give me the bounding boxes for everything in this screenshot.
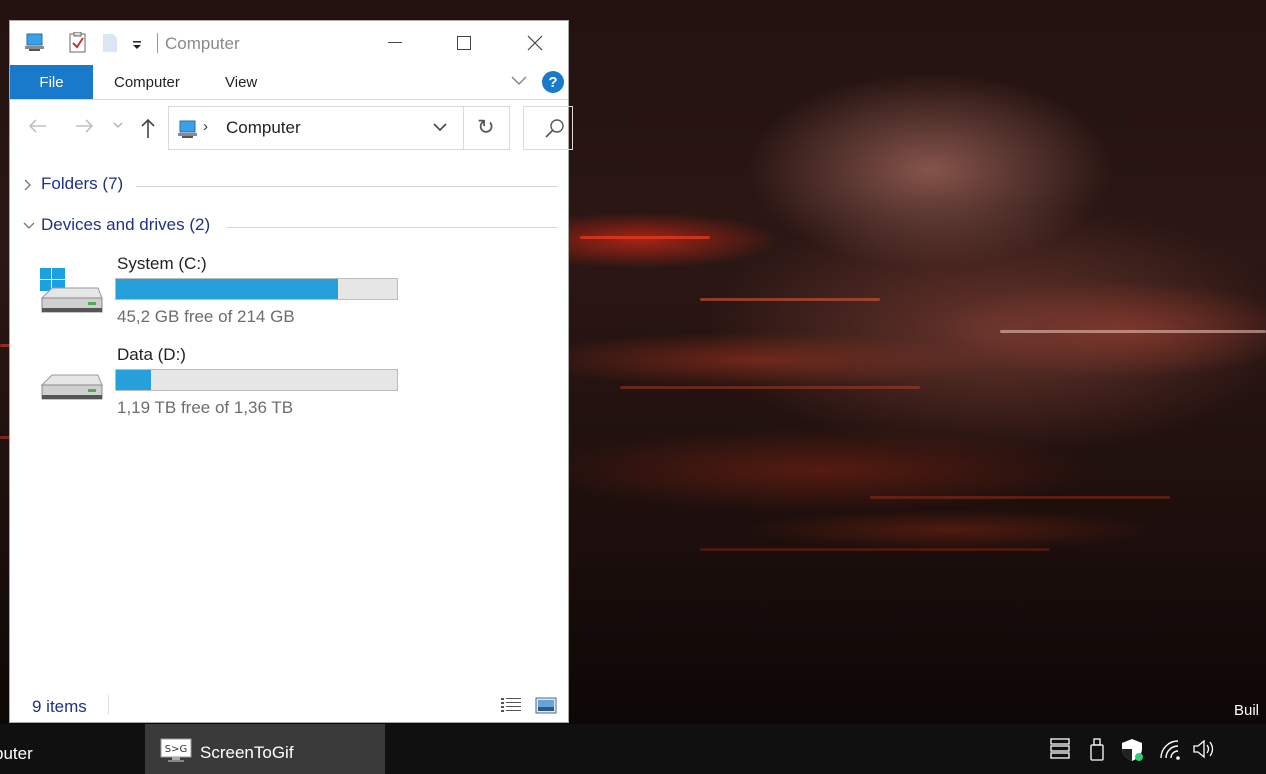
maximize-icon	[457, 36, 471, 50]
up-arrow-icon	[141, 118, 155, 138]
screentogif-icon-text: S>G	[165, 744, 187, 755]
chevron-down-icon	[113, 122, 123, 128]
taskbar-explorer-button[interactable]: puter	[0, 744, 33, 764]
help-button[interactable]: ?	[542, 71, 564, 93]
drive-icon	[38, 371, 104, 416]
minimize-icon	[388, 42, 402, 43]
volume-icon[interactable]	[1192, 738, 1216, 764]
drive-usage-bar	[115, 369, 398, 391]
recent-locations-button[interactable]	[112, 120, 124, 133]
back-button[interactable]	[26, 116, 50, 142]
details-view-icon	[501, 698, 521, 712]
tab-file[interactable]: File	[10, 65, 93, 99]
refresh-button[interactable]: ↻	[477, 115, 495, 140]
computer-icon	[177, 119, 199, 144]
item-count: 9 items	[32, 697, 87, 716]
search-icon	[544, 118, 566, 145]
up-button[interactable]	[138, 116, 158, 146]
chevron-down-icon	[433, 123, 447, 132]
status-bar: 9 items	[10, 687, 568, 723]
security-shield-icon[interactable]	[1120, 738, 1144, 766]
drive-free-space: 45,2 GB free of 214 GB	[117, 307, 295, 326]
group-label-devices: Devices and drives (2)	[41, 215, 211, 234]
drive-free-space: 1,19 TB free of 1,36 TB	[117, 398, 294, 417]
status-separator	[108, 695, 109, 715]
title-separator	[157, 33, 158, 53]
chevron-down-icon	[511, 76, 527, 86]
drive-usage-fill	[116, 279, 338, 299]
drive-usage-bar	[115, 278, 398, 300]
drive-name: Data (D:)	[117, 345, 186, 364]
ribbon: File Computer View ?	[10, 65, 568, 100]
minimize-button[interactable]	[360, 21, 430, 65]
close-button[interactable]	[500, 21, 570, 65]
search-box[interactable]	[523, 106, 573, 150]
group-divider	[226, 227, 558, 228]
large-icons-view-button[interactable]	[535, 696, 557, 721]
address-bar[interactable]: › Computer ↻	[168, 106, 510, 150]
drive-usage-fill	[116, 370, 152, 390]
navigation-bar: › Computer ↻	[10, 100, 573, 160]
new-folder-icon[interactable]	[102, 34, 118, 57]
group-header-devices[interactable]: Devices and drives (2)	[10, 215, 568, 239]
screentogif-icon: S>G	[160, 738, 192, 766]
windows-drive-icon	[38, 268, 104, 329]
window-title: Computer	[165, 34, 240, 53]
wallpaper-streak	[870, 496, 1170, 499]
properties-icon[interactable]	[68, 31, 88, 59]
details-view-button[interactable]	[500, 697, 522, 720]
storage-sense-icon[interactable]	[1050, 738, 1070, 764]
usb-drive-icon[interactable]	[1089, 738, 1105, 766]
drive-name: System (C:)	[117, 254, 207, 273]
file-explorer-window: Computer File Computer View ? › Computer…	[9, 20, 573, 723]
build-watermark: Buil	[1234, 702, 1260, 719]
address-history-button[interactable]	[431, 120, 449, 139]
breadcrumb-computer[interactable]: Computer	[226, 118, 301, 138]
close-icon	[527, 35, 543, 51]
chevron-right-icon[interactable]	[22, 176, 34, 199]
back-arrow-icon	[28, 119, 46, 133]
wallpaper-streak	[620, 386, 920, 389]
breadcrumb-separator[interactable]: ›	[203, 118, 208, 135]
drive-item-c[interactable]: System (C:) 45,2 GB free of 214 GB	[10, 254, 568, 342]
group-label-folders: Folders (7)	[41, 174, 124, 193]
computer-icon	[24, 32, 46, 57]
tab-computer[interactable]: Computer	[114, 65, 180, 99]
group-header-folders[interactable]: Folders (7)	[10, 174, 568, 198]
group-divider	[136, 186, 558, 187]
wallpaper-streak	[580, 236, 710, 239]
customize-toolbar-icon[interactable]	[132, 37, 142, 55]
wifi-icon[interactable]	[1158, 738, 1182, 764]
maximize-button[interactable]	[429, 21, 499, 65]
title-bar[interactable]: Computer	[10, 21, 568, 65]
taskbar-screentogif-button[interactable]: S>G ScreenToGif	[145, 724, 385, 774]
large-icons-view-icon	[535, 697, 557, 714]
wallpaper-streak	[1000, 330, 1266, 333]
screentogif-label: ScreenToGif	[200, 743, 294, 762]
wallpaper-streak	[700, 298, 880, 301]
chevron-down-icon[interactable]	[22, 217, 36, 240]
tab-view[interactable]: View	[225, 65, 257, 99]
taskbar: puter S>G ScreenToGif	[0, 724, 1266, 774]
wallpaper-streak	[700, 548, 1050, 551]
drive-item-d[interactable]: Data (D:) 1,19 TB free of 1,36 TB	[10, 345, 568, 433]
expand-ribbon-button[interactable]	[510, 73, 528, 92]
address-separator	[463, 107, 464, 149]
forward-button[interactable]	[72, 116, 96, 142]
forward-arrow-icon	[76, 119, 94, 133]
